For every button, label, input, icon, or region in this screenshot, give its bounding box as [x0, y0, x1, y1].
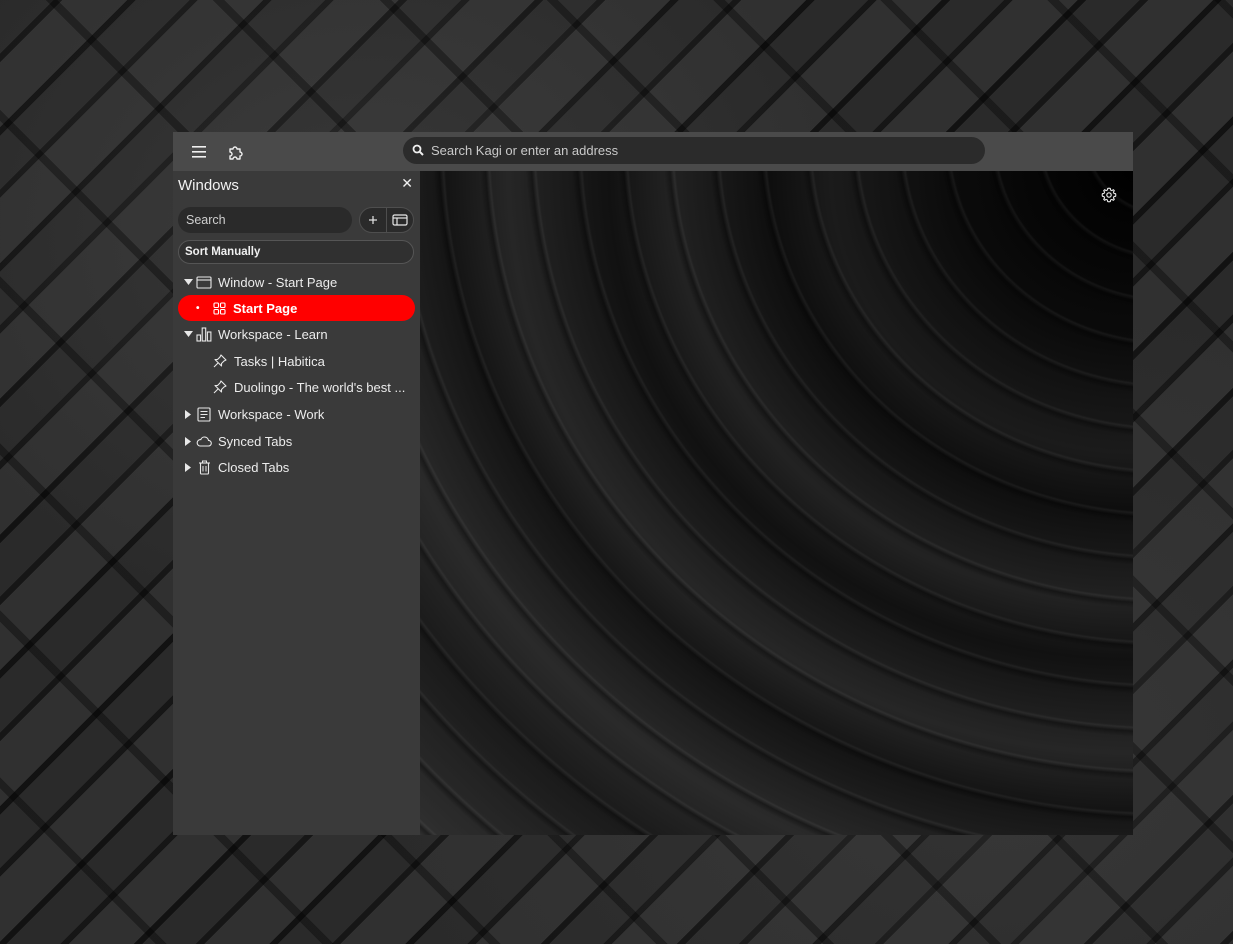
trash-icon [195, 458, 213, 476]
tree-item-duolingo[interactable]: Duolingo - The world's best ... [211, 374, 408, 400]
cloud-icon [195, 432, 213, 450]
window-icon [195, 273, 213, 291]
panel-search-input[interactable] [186, 213, 346, 227]
sort-dropdown[interactable]: Sort Manually [178, 240, 414, 264]
tree-item-synced-tabs[interactable]: Synced Tabs [181, 428, 414, 454]
hamburger-menu-icon[interactable] [187, 140, 211, 164]
caret-right-icon[interactable] [181, 462, 195, 472]
new-window-icon[interactable] [386, 208, 413, 232]
tree-item-closed-tabs[interactable]: Closed Tabs [181, 454, 414, 480]
tree-item-label: Window - Start Page [218, 274, 338, 290]
start-page-content [420, 171, 1133, 835]
document-icon [195, 405, 213, 423]
tree-item-label: Start Page [233, 300, 298, 316]
address-input[interactable] [431, 143, 961, 158]
tree-item-label: Workspace - Work [218, 406, 325, 422]
grid-icon [210, 299, 228, 317]
chart-icon [195, 325, 213, 343]
plus-icon[interactable] [360, 208, 386, 232]
browser-window: Windows ✕ Sort Manually Window - Start P… [173, 132, 1133, 835]
tree-item-start-page[interactable]: • Start Page [178, 295, 415, 321]
panel-title: Windows [178, 177, 239, 194]
tree-item-workspace-learn[interactable]: Workspace - Learn [181, 321, 414, 347]
tree-item-workspace-work[interactable]: Workspace - Work [181, 401, 414, 427]
tree-item-window-start-page[interactable]: Window - Start Page [181, 269, 414, 295]
pin-icon [211, 352, 229, 370]
tree-item-label: Closed Tabs [218, 459, 290, 475]
pin-icon [211, 378, 229, 396]
active-dot: • [196, 302, 200, 314]
windows-panel: Windows ✕ Sort Manually Window - Start P… [173, 171, 420, 835]
panel-actions [359, 207, 414, 233]
toolbar [173, 132, 1133, 171]
tree-item-label: Synced Tabs [218, 433, 293, 449]
caret-right-icon[interactable] [181, 436, 195, 446]
tree-item-label: Tasks | Habitica [234, 353, 325, 369]
gear-icon[interactable] [1101, 187, 1117, 207]
panel-search[interactable] [178, 207, 352, 233]
puzzle-icon[interactable] [224, 140, 248, 164]
search-icon [412, 141, 424, 160]
address-bar[interactable] [403, 137, 985, 164]
tree-item-tasks-habitica[interactable]: Tasks | Habitica [211, 348, 414, 374]
caret-right-icon[interactable] [181, 409, 195, 419]
caret-down-icon[interactable] [181, 331, 195, 337]
close-icon[interactable]: ✕ [401, 176, 413, 192]
tree-item-label: Workspace - Learn [218, 326, 328, 342]
caret-down-icon[interactable] [181, 279, 195, 285]
tree-item-label: Duolingo - The world's best ... [234, 379, 406, 395]
